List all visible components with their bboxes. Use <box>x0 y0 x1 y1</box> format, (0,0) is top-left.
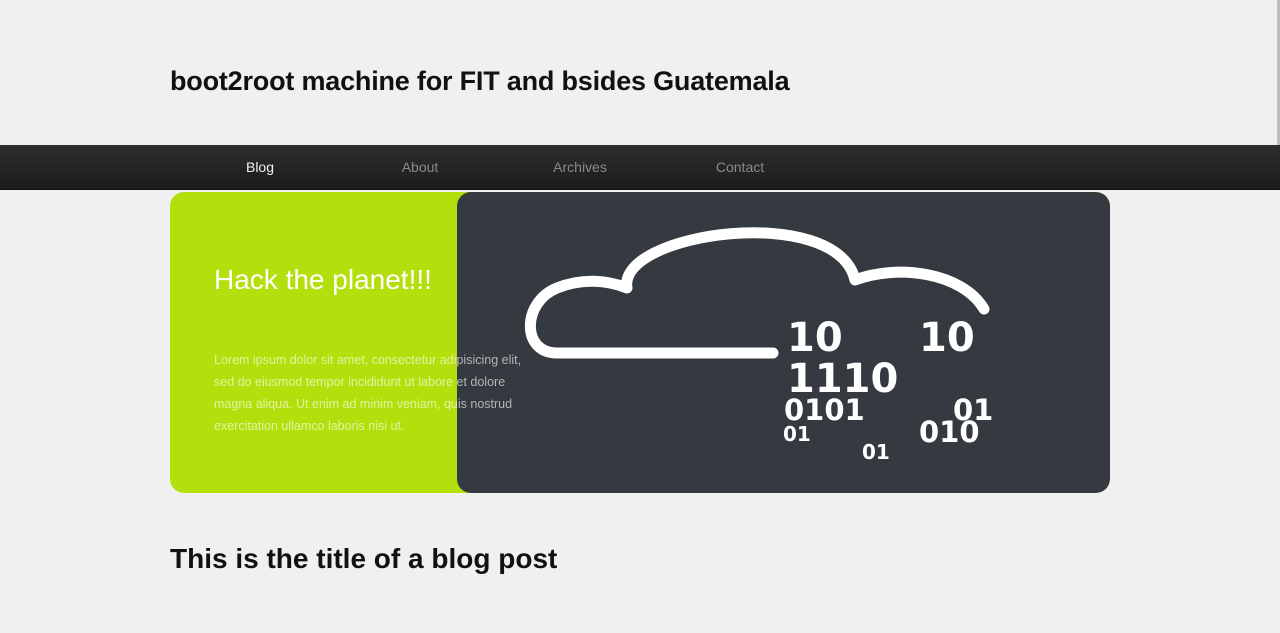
nav-item-contact[interactable]: Contact <box>680 145 800 189</box>
site-title: boot2root machine for FIT and bsides Gua… <box>170 66 790 96</box>
binary-digit: 10 <box>787 315 843 361</box>
binary-digit: 01 <box>783 422 811 446</box>
nav-item-blog[interactable]: Blog <box>200 145 320 189</box>
main-navigation: Blog About Archives Contact <box>0 145 1280 190</box>
binary-digits: 10 10 1110 0101 01 01 010 01 <box>783 315 993 464</box>
post-title[interactable]: This is the title of a blog post <box>170 543 557 575</box>
hero-title: Hack the planet!!! <box>214 264 432 295</box>
hero-text: Lorem ipsum dolor sit amet, consectetur … <box>214 353 522 433</box>
nav-item-about[interactable]: About <box>360 145 480 189</box>
binary-digit: 010 <box>919 415 980 449</box>
binary-digit: 01 <box>862 440 890 464</box>
nav-item-archives[interactable]: Archives <box>520 145 640 189</box>
cloud-binary-icon: 10 10 1110 0101 01 01 010 01 <box>524 227 993 464</box>
hero-banner: 10 10 1110 0101 01 01 010 01 Hack the pl… <box>170 192 1110 493</box>
site-header: boot2root machine for FIT and bsides Gua… <box>0 0 1280 145</box>
hero-image: 10 10 1110 0101 01 01 010 01 <box>457 192 1110 493</box>
binary-digit: 10 <box>919 315 975 361</box>
